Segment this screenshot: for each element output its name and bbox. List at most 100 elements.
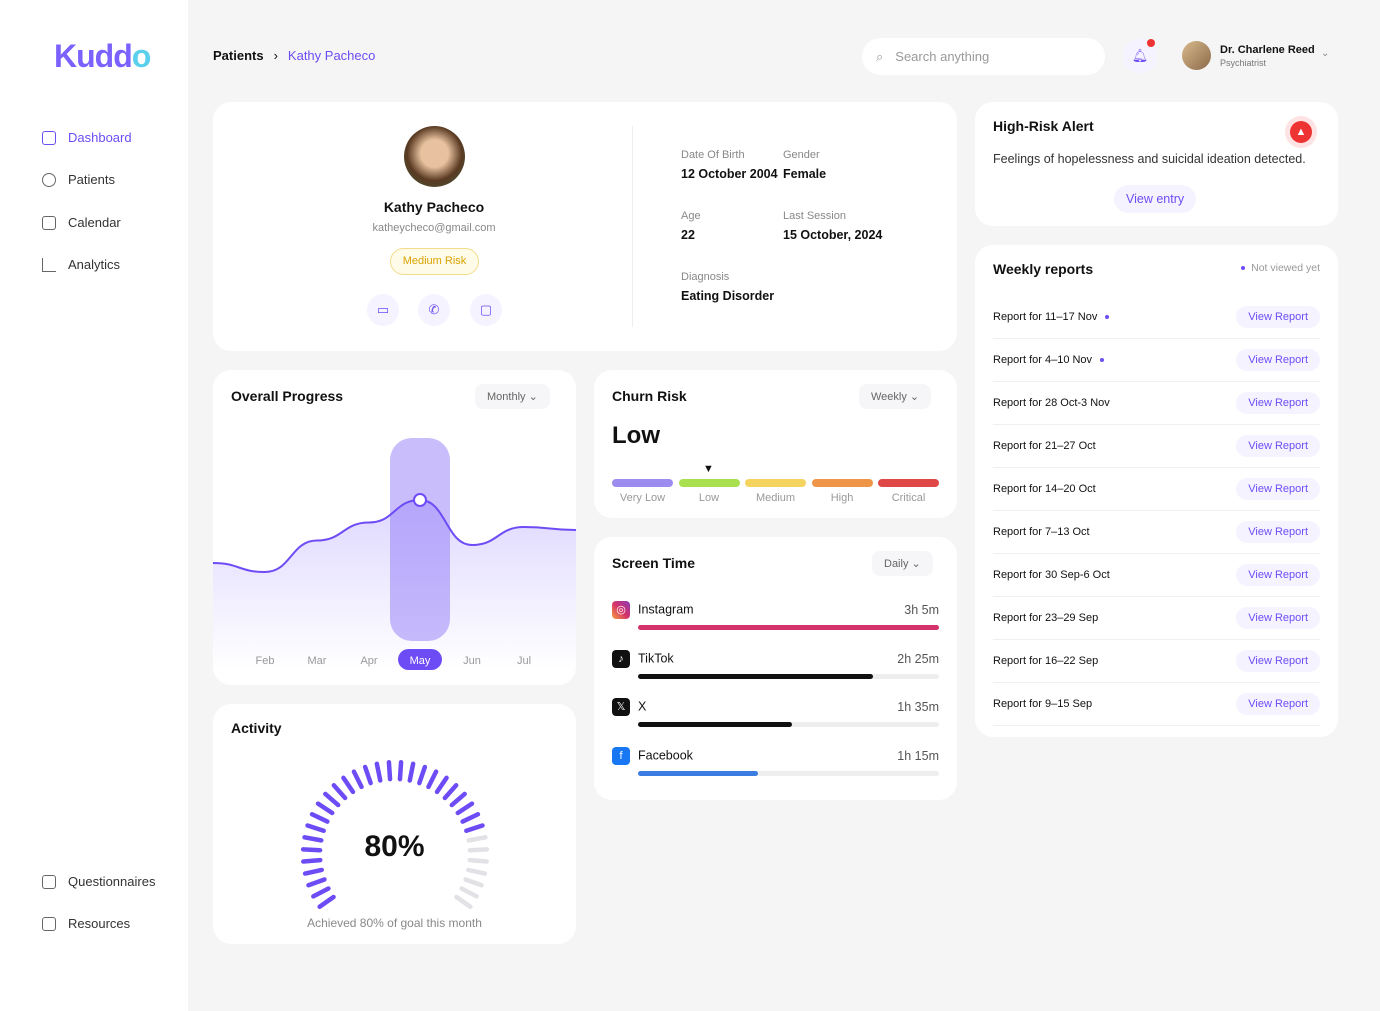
patient-avatar — [404, 126, 465, 187]
phone-icon: ✆ — [428, 302, 440, 317]
view-report-button[interactable]: View Report — [1236, 564, 1320, 586]
period-value: Daily — [884, 558, 909, 570]
clipboard-icon — [42, 874, 56, 889]
gauge-tick — [397, 759, 404, 782]
gauge-tick — [323, 791, 341, 808]
sidebar-item-analytics[interactable]: Analytics — [42, 257, 120, 272]
gauge-tick — [311, 886, 331, 899]
user-menu[interactable]: Dr. Charlene Reed Psychiatrist — [1220, 44, 1315, 68]
report-label: Report for 14–20 Oct — [993, 483, 1096, 495]
x-tick-label: Apr — [360, 655, 377, 667]
report-label: Report for 11–17 Nov — [993, 311, 1098, 323]
gauge-tick — [463, 877, 484, 888]
view-report-button[interactable]: View Report — [1236, 650, 1320, 672]
weekly-reports-card: Weekly reports Not viewed yet Report for… — [975, 245, 1338, 737]
gauge-tick — [315, 801, 335, 816]
view-report-button[interactable]: View Report — [1236, 392, 1320, 414]
instagram-icon: ◎ — [612, 601, 630, 619]
overall-progress-card: Overall Progress Monthly ⌄ Feb Mar Apr May J… — [213, 370, 576, 685]
report-row: Report for 9–15 Sep View Report — [993, 683, 1320, 726]
card-title: High-Risk Alert — [993, 118, 1094, 134]
sidebar-item-resources[interactable]: Resources — [42, 916, 130, 931]
gauge-tick — [362, 764, 373, 786]
churn-level-label: Critical — [891, 492, 926, 504]
divider — [632, 126, 633, 327]
gauge-tick — [442, 783, 459, 801]
facebook-icon: f — [612, 746, 630, 765]
view-report-button[interactable]: View Report — [1236, 349, 1320, 371]
patient-name: Kathy Pacheco — [383, 199, 485, 215]
gauge-tick — [302, 867, 324, 876]
churn-level-bar — [612, 479, 673, 487]
view-report-button[interactable]: View Report — [1236, 607, 1320, 629]
sidebar-item-questionnaires[interactable]: Questionnaires — [42, 874, 155, 889]
usage-bar — [638, 625, 939, 630]
search-icon: ⌕ — [876, 48, 884, 64]
churn-level-label: High — [830, 492, 854, 504]
activity-gauge — [300, 759, 490, 910]
report-label: Report for 7–13 Oct — [993, 526, 1090, 538]
x-tick-label: Jun — [463, 655, 481, 667]
video-call-button[interactable]: ▭ — [367, 294, 399, 326]
message-button[interactable]: ▢ — [470, 294, 502, 326]
period-dropdown[interactable]: Daily ⌄ — [872, 551, 933, 576]
churn-level-bar — [745, 479, 806, 487]
sidebar-item-calendar[interactable]: Calendar — [42, 215, 121, 230]
sidebar-item-patients[interactable]: Patients — [42, 172, 115, 187]
phone-call-button[interactable]: ✆ — [418, 294, 450, 326]
warning-icon: ▲ — [1285, 116, 1317, 148]
sidebar-item-dashboard[interactable]: Dashboard — [42, 130, 132, 145]
gauge-tick — [455, 801, 475, 816]
legend-label: Not viewed yet — [1251, 262, 1320, 274]
gauge-tick — [460, 811, 481, 824]
report-label: Report for 21–27 Oct — [993, 440, 1096, 452]
app-name: Instagram — [638, 602, 694, 617]
notification-dot — [1147, 39, 1155, 47]
chevron-right-icon: › — [273, 48, 278, 63]
screen-time-row: ◎ Instagram 3h 5m — [612, 601, 939, 630]
view-report-button[interactable]: View Report — [1236, 521, 1320, 543]
user-avatar[interactable] — [1182, 41, 1211, 70]
bar-chart-icon — [42, 257, 56, 272]
gauge-tick — [466, 867, 488, 876]
churn-level-label: Very Low — [619, 492, 666, 504]
view-report-button[interactable]: View Report — [1236, 306, 1320, 328]
usage-bar-fill — [638, 770, 759, 776]
app-time: 1h 15m — [897, 748, 939, 763]
activity-percent: 80% — [364, 830, 425, 863]
period-dropdown[interactable]: Weekly ⌄ — [859, 384, 932, 409]
view-entry-button[interactable]: View entry — [1114, 185, 1197, 213]
card-title: Weekly reports — [993, 261, 1094, 277]
breadcrumb: Patients › Kathy Pacheco — [213, 48, 375, 63]
notification-button[interactable]: 🔔︎ — [1123, 39, 1157, 73]
x-icon: 𝕏 — [612, 698, 630, 716]
gauge-tick — [317, 894, 336, 910]
usage-bar-fill — [638, 722, 792, 727]
gauge-tick — [306, 877, 327, 888]
x-tick-label: Feb — [256, 655, 275, 667]
breadcrumb-patients[interactable]: Patients — [213, 48, 264, 63]
alert-text: Feelings of hopelessness and suicidal id… — [993, 152, 1306, 166]
gender-value: Female — [783, 167, 827, 181]
last-session-label: Last Session — [783, 210, 846, 222]
activity-caption: Achieved 80% of goal this month — [307, 916, 482, 930]
user-role: Psychiatrist — [1220, 58, 1267, 68]
diagnosis-value: Eating Disorder — [681, 289, 775, 303]
label: Resources — [68, 916, 131, 931]
user-name: Dr. Charlene Reed — [1220, 44, 1315, 56]
legend-not-viewed: Not viewed yet — [1241, 262, 1320, 274]
churn-level: Low — [612, 422, 660, 449]
logo[interactable]: Kuddo — [54, 38, 151, 75]
gauge-tick — [426, 769, 439, 790]
view-report-button[interactable]: View Report — [1236, 435, 1320, 457]
app-name: X — [638, 699, 647, 714]
app-name: TikTok — [638, 650, 674, 665]
view-report-button[interactable]: View Report — [1236, 693, 1320, 715]
view-report-button[interactable]: View Report — [1236, 478, 1320, 500]
report-row: Report for 23–29 Sep View Report — [993, 597, 1320, 640]
report-row: Report for 7–13 Oct View Report — [993, 511, 1320, 554]
gauge-tick — [434, 775, 449, 795]
chevron-down-icon[interactable]: ⌄ — [1321, 48, 1329, 59]
search-input[interactable]: ⌕ Search anything — [862, 38, 1105, 75]
gauge-tick — [454, 894, 473, 910]
